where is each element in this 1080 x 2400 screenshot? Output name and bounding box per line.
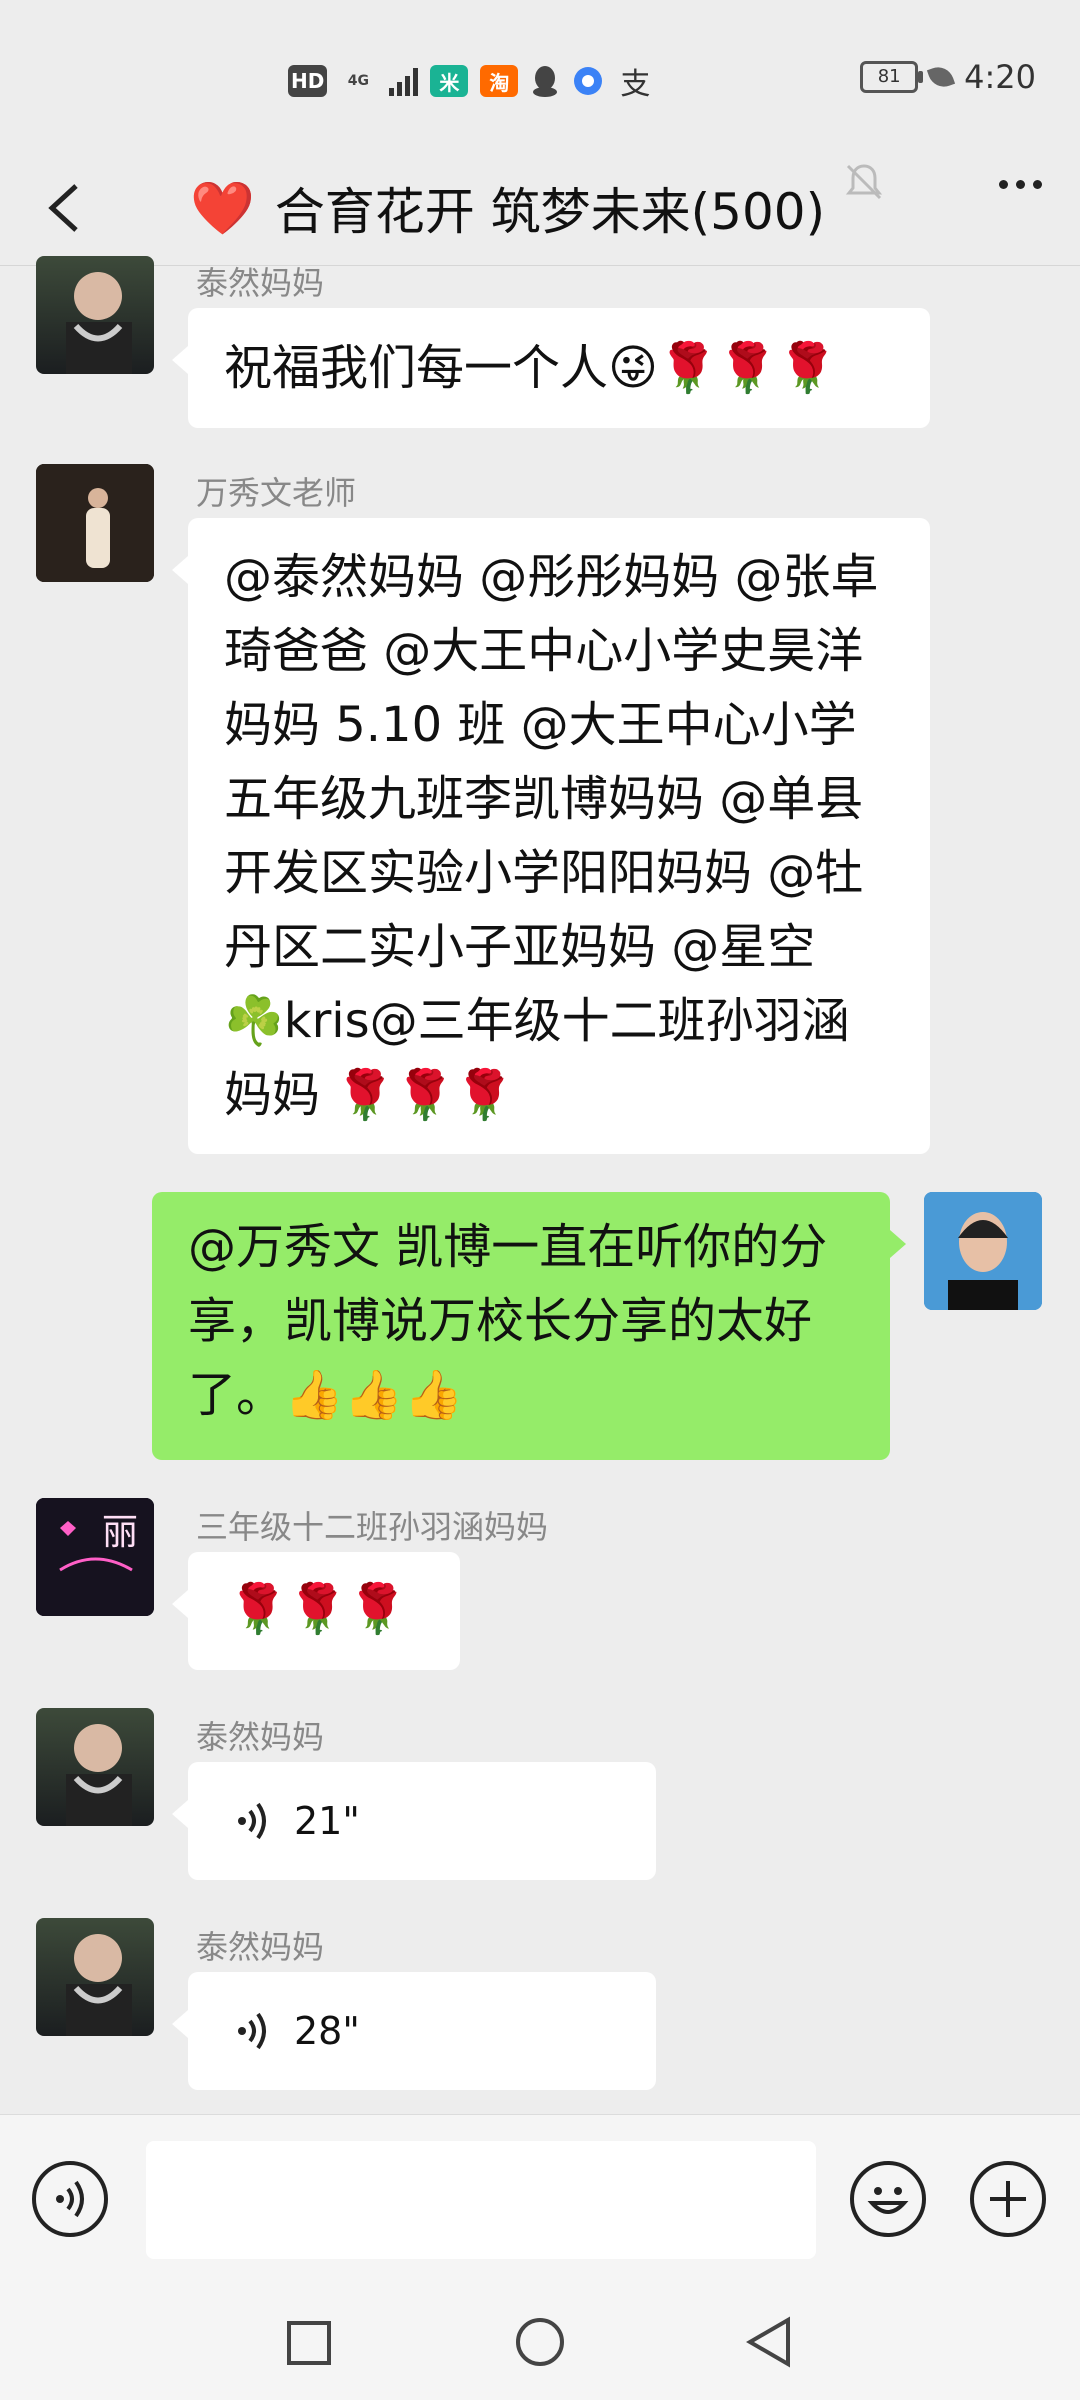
clock: 4:20	[964, 58, 1036, 96]
voice-mode-icon	[56, 2180, 84, 2218]
power-saving-leaf-icon	[927, 62, 956, 92]
chat-title[interactable]: ❤️ 合育花开 筑梦未来(500)	[190, 172, 825, 244]
voice-wave-icon	[238, 2012, 266, 2050]
home-icon[interactable]	[514, 2316, 566, 2368]
avatar-tairan-mama[interactable]	[36, 1708, 154, 1826]
browser-app-icon	[574, 67, 603, 95]
sender-name: 泰然妈妈	[196, 264, 325, 302]
group-name: 合育花开 筑梦未来(500)	[274, 183, 826, 241]
more-options-icon[interactable]	[999, 180, 1042, 189]
status-bar: HD 4G 米 淘 支 81 4:20	[0, 0, 1080, 150]
voice-wave-icon	[238, 1802, 266, 1840]
avatar-wanxiuwen-teacher[interactable]	[36, 464, 154, 582]
signal-icon	[389, 66, 419, 96]
voice-duration: 28"	[294, 2009, 360, 2053]
voice-input-button[interactable]	[32, 2161, 108, 2237]
voice-message-bubble[interactable]: 21"	[172, 1762, 656, 1880]
plus-icon	[990, 2181, 1026, 2217]
network-indicator: 4G	[347, 73, 369, 89]
status-right: 81 4:20	[860, 58, 1036, 96]
nav-back-icon[interactable]	[744, 2316, 794, 2368]
taobao-app-icon: 淘	[480, 65, 519, 97]
message-bubble[interactable]: @泰然妈妈 @彤彤妈妈 @张卓 琦爸爸 @大王中心小学史昊洋 妈妈 5.10 班…	[172, 518, 930, 1154]
own-avatar[interactable]	[924, 1192, 1042, 1310]
battery-icon: 81	[860, 61, 924, 93]
mi-app-icon: 米	[430, 65, 469, 97]
avatar-sunyuhan-mama[interactable]: 丽	[36, 1498, 154, 1616]
qq-icon	[533, 66, 558, 97]
status-icons: HD 4G 米 淘 支	[288, 58, 654, 104]
avatar-tairan-mama[interactable]	[36, 256, 154, 374]
header-divider	[0, 265, 1080, 266]
smiley-icon	[867, 2187, 909, 2214]
message-input[interactable]	[146, 2141, 816, 2259]
message-bubble[interactable]: 祝福我们每一个人😜🌹🌹🌹	[172, 308, 930, 428]
sender-name: 万秀文老师	[196, 474, 357, 512]
svg-text:丽: 丽	[102, 1512, 138, 1553]
recent-apps-icon[interactable]	[286, 2320, 332, 2366]
more-functions-button[interactable]	[970, 2161, 1046, 2237]
sender-name: 泰然妈妈	[196, 1928, 325, 1966]
back-arrow-icon[interactable]	[40, 180, 96, 236]
chat-header: ❤️ 合育花开 筑梦未来(500)	[0, 150, 1080, 268]
voice-duration: 21"	[294, 1799, 360, 1843]
muted-bell-icon	[845, 164, 883, 200]
heart-icon: ❤️	[190, 178, 255, 239]
own-message-bubble[interactable]: @万秀文 凯博一直在听你的分 享，凯博说万校长分享的太好 了。👍👍👍	[152, 1192, 906, 1460]
avatar-tairan-mama[interactable]	[36, 1918, 154, 2036]
system-navigation-bar	[0, 2284, 1080, 2400]
voice-message-bubble[interactable]: 28"	[172, 1972, 656, 2090]
input-bar	[0, 2114, 1080, 2285]
hd-indicator: HD	[288, 65, 328, 97]
sender-name: 泰然妈妈	[196, 1718, 325, 1756]
message-bubble[interactable]: 🌹🌹🌹	[172, 1552, 460, 1670]
alipay-icon: 支	[620, 67, 651, 102]
sender-name: 三年级十二班孙羽涵妈妈	[196, 1508, 549, 1546]
emoji-button[interactable]	[850, 2161, 926, 2237]
